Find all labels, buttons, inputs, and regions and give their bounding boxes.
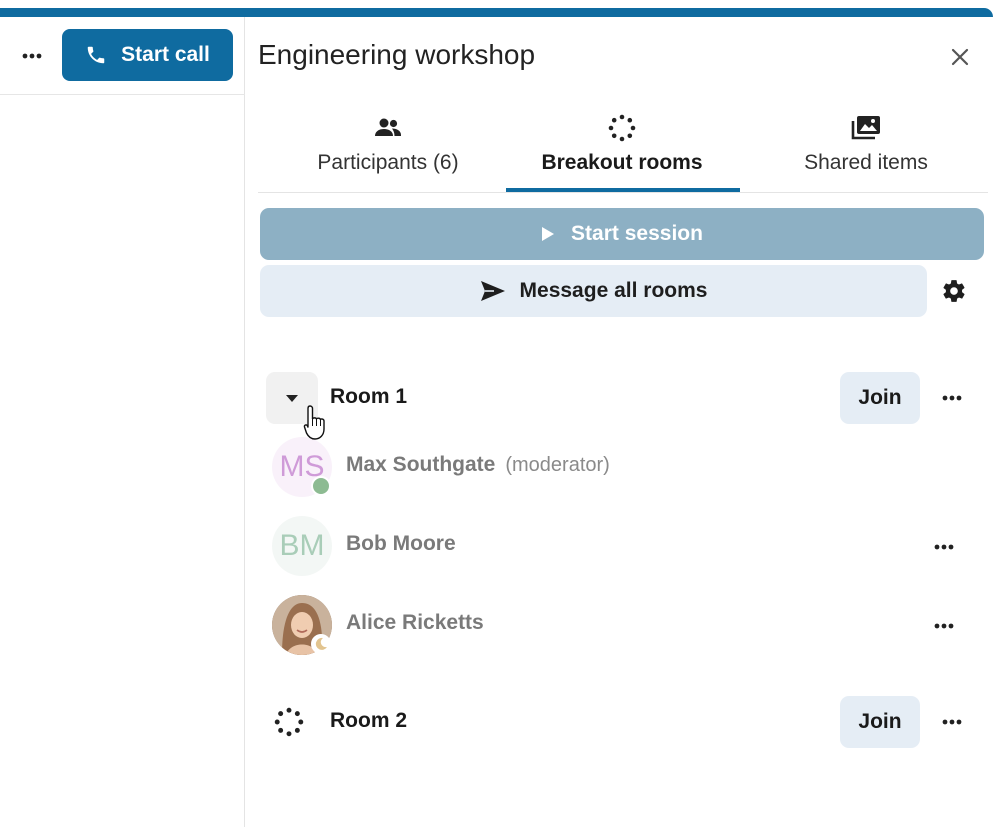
online-status-icon <box>311 476 331 496</box>
participant-more-button[interactable] <box>928 534 960 560</box>
close-icon <box>951 48 969 66</box>
hand-cursor-icon <box>303 405 325 440</box>
room-name: Room 2 <box>330 709 408 732</box>
tab-shared-items[interactable]: Shared items <box>766 107 966 193</box>
more-options-button[interactable] <box>14 43 50 69</box>
breakout-room-icon <box>274 707 304 737</box>
more-horizontal-icon <box>934 623 954 629</box>
away-status-icon <box>311 634 331 654</box>
participant-name-text: Max Southgate <box>346 453 496 476</box>
call-pane: Start call <box>0 17 245 827</box>
room-row: Room 1 Join <box>260 372 980 424</box>
more-horizontal-icon <box>942 719 962 725</box>
tab-shared-items-label: Shared items <box>804 151 928 174</box>
active-tab-indicator <box>506 188 740 192</box>
room-join-button[interactable]: Join <box>840 372 920 424</box>
tab-participants[interactable]: Participants (6) <box>298 107 478 193</box>
participant-row: MS Max Southgate (moderator) <box>270 435 960 499</box>
images-icon <box>851 116 880 140</box>
participant-name: Alice Ricketts <box>346 611 484 634</box>
phone-icon <box>87 46 105 64</box>
more-horizontal-icon <box>942 395 962 401</box>
start-session-button[interactable]: Start session <box>260 208 984 260</box>
room-more-button[interactable] <box>936 709 968 735</box>
start-call-label: Start call <box>121 43 210 66</box>
start-call-button[interactable]: Start call <box>62 29 233 81</box>
start-session-label: Start session <box>571 222 703 245</box>
room-join-button[interactable]: Join <box>840 696 920 748</box>
caret-down-icon <box>286 394 298 402</box>
tab-participants-label: Participants (6) <box>317 151 459 174</box>
message-all-rooms-label: Message all rooms <box>519 279 708 302</box>
close-button[interactable] <box>946 43 974 71</box>
send-icon <box>480 281 505 301</box>
participant-row: BM Bob Moore <box>270 514 960 578</box>
window-top-strip <box>0 0 993 17</box>
side-panel: Engineering workshop Participants (6) Br… <box>246 17 993 827</box>
moon-icon <box>315 637 327 650</box>
avatar: BM <box>272 516 332 576</box>
room-more-button[interactable] <box>936 385 968 411</box>
more-horizontal-icon <box>934 544 954 550</box>
message-all-rooms-button[interactable]: Message all rooms <box>260 265 927 317</box>
room-row: Room 2 Join <box>260 696 980 748</box>
participant-more-button[interactable] <box>928 613 960 639</box>
call-header: Start call <box>0 17 245 95</box>
breakout-rooms-icon <box>608 114 636 142</box>
play-icon <box>542 227 555 241</box>
participant-name: Max Southgate (moderator) <box>346 453 610 477</box>
participant-role: (moderator) <box>505 454 610 476</box>
participant-name: Bob Moore <box>346 532 456 555</box>
room-name: Room 1 <box>330 385 408 408</box>
participant-row: Alice Ricketts <box>270 593 960 657</box>
panel-title: Engineering workshop <box>258 39 536 70</box>
people-icon <box>375 118 401 136</box>
accent-bar <box>0 8 993 17</box>
tab-breakout-rooms[interactable]: Breakout rooms <box>522 107 722 193</box>
panel-tabs: Participants (6) Breakout rooms Shared i… <box>258 107 988 193</box>
tab-breakout-rooms-label: Breakout rooms <box>541 151 703 174</box>
breakout-settings-button[interactable] <box>938 275 970 307</box>
more-horizontal-icon <box>22 53 42 59</box>
gear-icon <box>943 280 965 302</box>
